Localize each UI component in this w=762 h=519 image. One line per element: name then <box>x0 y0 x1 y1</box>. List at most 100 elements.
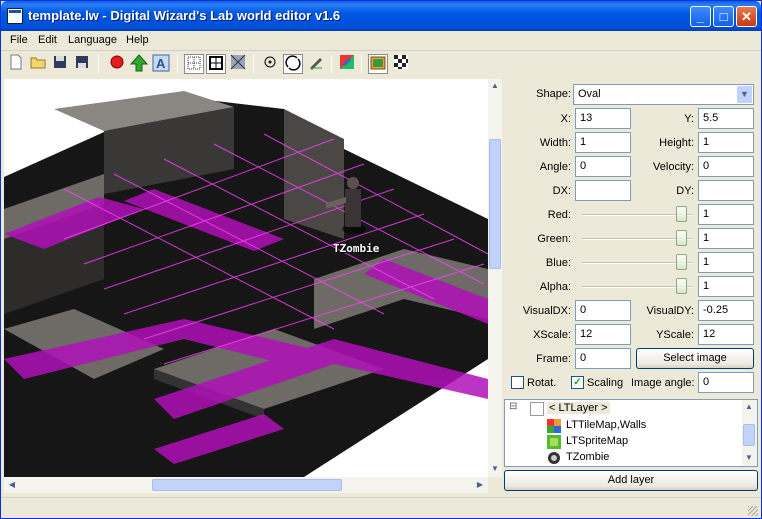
width-field[interactable]: 1 <box>575 132 631 153</box>
point-icon[interactable] <box>260 54 280 74</box>
dx-label: DX: <box>552 185 571 197</box>
tilemap-icon <box>547 419 561 433</box>
tree-vertical-scrollbar[interactable]: ▲ ▼ <box>742 400 757 466</box>
alpha-field[interactable]: 1 <box>698 276 754 297</box>
sprite-icon <box>547 451 561 465</box>
open-folder-icon[interactable] <box>28 54 48 74</box>
y-field[interactable]: 5.5 <box>698 108 754 129</box>
app-window-icon <box>7 8 23 24</box>
menu-bar: File Edit Language Help <box>1 31 761 51</box>
menu-file[interactable]: File <box>10 34 28 46</box>
grid-frame-icon[interactable] <box>206 54 226 74</box>
shape-label: Shape: <box>536 88 571 100</box>
resize-grip-icon[interactable] <box>748 506 758 516</box>
dy-label: DY: <box>676 185 694 197</box>
frame-label: Frame: <box>536 353 571 365</box>
save-icon[interactable] <box>50 54 70 74</box>
alpha-label: Alpha: <box>539 281 571 293</box>
xscale-label: XScale: <box>533 329 571 341</box>
rotat-checkbox[interactable] <box>511 376 524 389</box>
window-title: template.lw - Digital Wizard's Lab world… <box>28 8 341 23</box>
yscale-field[interactable]: 12 <box>698 324 754 345</box>
dy-field[interactable] <box>698 180 754 201</box>
dx-field[interactable] <box>575 180 631 201</box>
red-field[interactable]: 1 <box>698 204 754 225</box>
chevron-down-icon[interactable]: ▼ <box>737 86 752 103</box>
x-label: X: <box>560 113 571 125</box>
toolbar: A <box>1 51 761 77</box>
scroll-down-icon[interactable]: ▼ <box>488 462 502 476</box>
xscale-field[interactable]: 12 <box>575 324 631 345</box>
scaling-label: Scaling <box>587 377 624 389</box>
green-label: Green: <box>537 233 571 245</box>
menu-help[interactable]: Help <box>126 34 149 46</box>
tree-scroll-down-icon[interactable]: ▼ <box>742 451 756 465</box>
select-image-button[interactable]: Select image <box>636 348 754 369</box>
width-label: Width: <box>539 137 571 149</box>
checker-icon[interactable] <box>391 54 411 74</box>
red-label: Red: <box>547 209 571 221</box>
velocity-field[interactable]: 0 <box>698 156 754 177</box>
tree-scroll-up-icon[interactable]: ▲ <box>742 400 756 414</box>
canvas-vertical-scrollbar[interactable]: ▲ ▼ <box>488 79 502 477</box>
tree-scroll-thumb[interactable] <box>743 424 755 446</box>
tree-item-root[interactable]: < LTLayer > <box>547 402 610 414</box>
svg-text:A: A <box>156 56 166 71</box>
angle-field[interactable]: 0 <box>575 156 631 177</box>
visualdy-field[interactable]: -0.25 <box>698 300 754 321</box>
map-viewport <box>4 91 488 477</box>
green-field[interactable]: 1 <box>698 228 754 249</box>
tile-pattern-icon[interactable] <box>228 54 248 74</box>
x-field[interactable]: 13 <box>575 108 631 129</box>
up-arrow-icon[interactable] <box>129 54 149 74</box>
record-icon[interactable] <box>107 54 127 74</box>
title-bar[interactable]: template.lw - Digital Wizard's Lab world… <box>1 1 761 31</box>
visualdx-field[interactable]: 0 <box>575 300 631 321</box>
tree-item-spritemap[interactable]: LTSpriteMap <box>566 435 628 447</box>
maximize-button[interactable]: □ <box>713 6 734 27</box>
tree-item-tzombie[interactable]: TZombie <box>566 451 609 463</box>
maximize-icon: □ <box>719 9 728 24</box>
scroll-left-icon[interactable]: ◀ <box>5 478 19 492</box>
alpha-slider-thumb[interactable] <box>676 278 687 294</box>
draw-icon[interactable] <box>306 54 326 74</box>
canvas-horizontal-scrollbar[interactable]: ◀ ▶ <box>4 477 488 493</box>
world-canvas[interactable]: TZombie <box>4 79 488 477</box>
height-field[interactable]: 1 <box>698 132 754 153</box>
vertical-scroll-thumb[interactable] <box>489 139 501 269</box>
menu-edit[interactable]: Edit <box>38 34 57 46</box>
frame-field[interactable]: 0 <box>575 348 631 369</box>
close-button[interactable]: ✕ <box>736 6 757 27</box>
image-layer-icon[interactable] <box>368 54 388 74</box>
image-angle-label: Image angle: <box>631 377 695 389</box>
new-file-icon[interactable] <box>6 54 26 74</box>
blue-slider-thumb[interactable] <box>676 254 687 270</box>
add-layer-button[interactable]: Add layer <box>504 470 758 491</box>
tree-item-tilemap[interactable]: LTTileMap,Walls <box>566 419 646 431</box>
shape-select[interactable]: Oval ▼ <box>573 84 754 105</box>
checkmark-icon: ✓ <box>573 377 582 388</box>
minimize-icon: _ <box>696 9 705 24</box>
color-layer-icon[interactable] <box>337 54 357 74</box>
blue-field[interactable]: 1 <box>698 252 754 273</box>
shape-value: Oval <box>578 88 601 100</box>
image-angle-field[interactable]: 0 <box>698 372 754 393</box>
green-slider-thumb[interactable] <box>676 230 687 246</box>
red-slider-thumb[interactable] <box>676 206 687 222</box>
scroll-up-icon[interactable]: ▲ <box>488 79 502 93</box>
height-label: Height: <box>659 137 694 149</box>
scroll-right-icon[interactable]: ▶ <box>473 478 487 492</box>
save-as-icon[interactable] <box>72 54 92 74</box>
minimize-button[interactable]: _ <box>690 6 711 27</box>
rotate-icon[interactable] <box>283 54 303 74</box>
layer-icon <box>530 402 544 416</box>
menu-language[interactable]: Language <box>68 34 117 46</box>
layer-tree[interactable]: ⊟ < LTLayer > LTTileMap,Walls LTSpriteMa… <box>504 399 758 467</box>
collapse-icon[interactable]: ⊟ <box>509 401 517 412</box>
scaling-checkbox[interactable]: ✓ <box>571 376 584 389</box>
sprite-label: TZombie <box>333 242 380 255</box>
text-a-icon[interactable]: A <box>151 54 171 74</box>
status-bar <box>1 497 761 518</box>
grid-dotted-icon[interactable] <box>184 54 204 74</box>
horizontal-scroll-thumb[interactable] <box>152 479 342 491</box>
